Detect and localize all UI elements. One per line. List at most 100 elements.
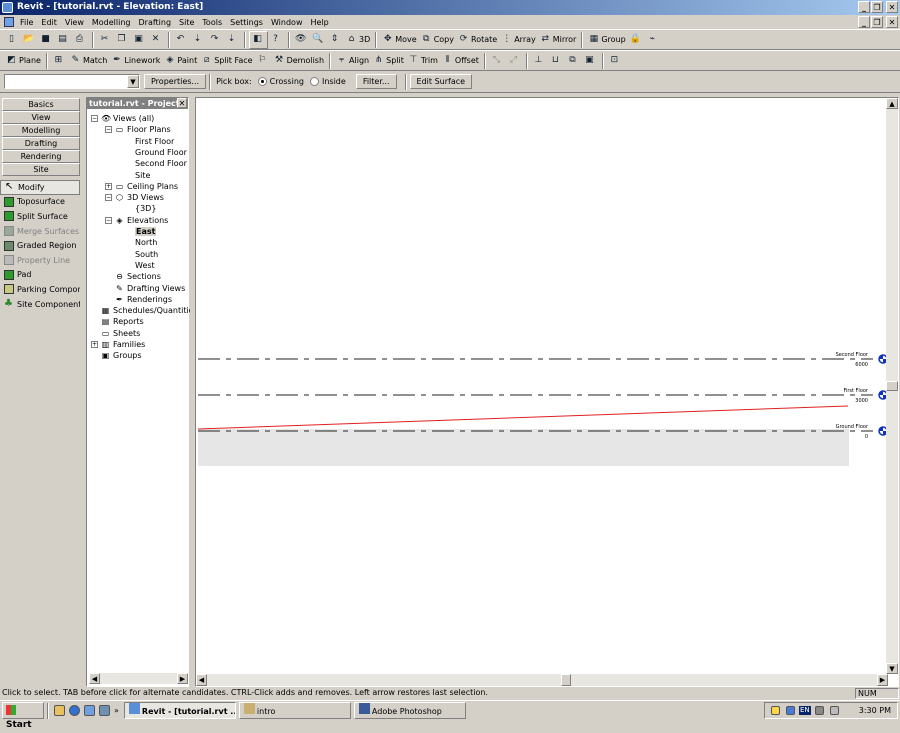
tree-node[interactable]: South (135, 249, 158, 260)
tree-node[interactable]: ▣ Groups (91, 350, 142, 361)
save-icon[interactable]: ■ (38, 31, 55, 49)
start-button[interactable]: Start (2, 702, 44, 730)
menu-modelling[interactable]: Modelling (88, 18, 135, 27)
close-icon[interactable]: ✕ (177, 98, 187, 108)
tree-node[interactable]: ⊖ Sections (105, 271, 161, 282)
copy-clipboard-icon[interactable]: ⧉ (565, 52, 582, 70)
menu-tools[interactable]: Tools (198, 18, 226, 27)
offset-button[interactable]: ⫴ Offset (440, 52, 481, 70)
tree-node[interactable]: + ▥ Families (91, 339, 145, 350)
plane-button[interactable]: ◩ Plane (4, 52, 43, 70)
dimension-icon[interactable]: ⊞ (51, 52, 68, 70)
collapse-icon[interactable]: − (105, 216, 112, 224)
app-quicklaunch-icon[interactable] (99, 705, 110, 716)
undo-list-icon[interactable]: ⇣ (190, 31, 207, 49)
redo-list-icon[interactable]: ⇣ (224, 31, 241, 49)
revit-app-icon[interactable] (2, 2, 13, 13)
collapse-icon[interactable]: − (105, 194, 112, 202)
tab-view[interactable]: View (2, 111, 80, 124)
tray-icon-1[interactable] (771, 706, 780, 715)
chevron-down-icon[interactable]: ▼ (127, 75, 139, 88)
doc-restore-button[interactable]: ❐ (871, 16, 883, 28)
level-name[interactable]: Second Floor (836, 352, 869, 358)
doc-minimize-button[interactable]: _ (858, 16, 870, 28)
tab-rendering[interactable]: Rendering (2, 150, 80, 163)
tree-node[interactable]: − ⬡ 3D Views (105, 192, 164, 203)
menu-edit[interactable]: Edit (37, 18, 61, 27)
cut-icon[interactable]: ✂ (97, 31, 114, 49)
site-tool-toposurface[interactable]: Toposurface (0, 195, 80, 210)
menu-view[interactable]: View (61, 18, 88, 27)
site-tool-split-surface[interactable]: Split Surface (0, 209, 80, 224)
site-tool-modify[interactable]: ↖ Modify (0, 180, 80, 195)
tree-node[interactable]: − 👁 Views (all) (91, 113, 154, 124)
join-geometry-icon[interactable]: ⤡ (489, 52, 506, 70)
view-hscrollbar[interactable]: ◀ ▶ (196, 674, 888, 686)
chevron-right-icon[interactable]: » (114, 706, 119, 715)
save-all-icon[interactable]: ▤ (55, 31, 72, 49)
maximize-button[interactable]: ❐ (871, 1, 883, 13)
tree-node[interactable]: − ◈ Elevations (105, 215, 168, 226)
visibility-icon[interactable]: 👁 (293, 31, 310, 49)
elevation-canvas[interactable]: Second Floor 6000 First Floor 3000 Ground Fl… (197, 99, 887, 675)
hscroll-thumb[interactable] (561, 674, 571, 686)
language-indicator[interactable]: EN (799, 706, 811, 715)
menu-site[interactable]: Site (175, 18, 198, 27)
whats-this-help-icon[interactable]: ? (268, 31, 285, 49)
uncut-geometry-icon[interactable]: ⊔ (548, 52, 565, 70)
linework-button[interactable]: ✒ Linework (109, 52, 162, 70)
delete-icon[interactable]: ✕ (148, 31, 165, 49)
close-button[interactable]: ✕ (886, 1, 898, 13)
scroll-left-icon[interactable]: ◀ (89, 673, 100, 684)
split-button[interactable]: ⋔ Split (371, 52, 406, 70)
flag-icon[interactable]: ⚐ (255, 52, 272, 70)
type-selector[interactable]: ▼ (4, 74, 140, 89)
move-button[interactable]: ✥ Move (380, 31, 418, 49)
outlook-icon[interactable] (84, 705, 95, 716)
scroll-left-icon[interactable]: ◀ (196, 674, 207, 686)
demolish-button[interactable]: ⚒ Demolish (272, 52, 326, 70)
collapse-icon[interactable]: − (105, 126, 112, 134)
tree-node[interactable]: ▦ Schedules/Quantities (91, 305, 190, 316)
paste-aligned-icon[interactable]: ▣ (582, 52, 599, 70)
tree-node[interactable]: First Floor (135, 136, 174, 147)
group-button[interactable]: ▦ Group (586, 31, 627, 49)
open-icon[interactable]: 📂 (21, 31, 38, 49)
tree-node[interactable]: + ▭ Ceiling Plans (105, 181, 178, 192)
level-elevation[interactable]: 3000 (855, 398, 868, 404)
tree-node[interactable]: ▭ Sheets (91, 328, 141, 339)
browser-hscrollbar[interactable]: ◀ ▶ (89, 673, 188, 684)
tab-drafting[interactable]: Drafting (2, 137, 80, 150)
rotate-button[interactable]: ⟳ Rotate (456, 31, 499, 49)
tray-icon-2[interactable] (786, 706, 795, 715)
tab-site[interactable]: Site (2, 163, 80, 176)
3d-view-button[interactable]: ⌂ 3D (344, 31, 372, 49)
level-elevation[interactable]: 0 (865, 434, 868, 440)
pin-icon[interactable]: ⌁ (645, 31, 662, 49)
copy-icon[interactable]: ❐ (114, 31, 131, 49)
pick-icon[interactable]: ⊡ (607, 52, 624, 70)
redo-icon[interactable]: ↷ (207, 31, 224, 49)
expand-icon[interactable]: + (105, 182, 112, 190)
site-tool-site-component[interactable]: ♣ Site Component (0, 297, 80, 312)
tree-node[interactable]: Second Floor (135, 158, 187, 169)
tree-node[interactable]: West (135, 260, 155, 271)
document-icon[interactable] (4, 17, 14, 27)
tree-node[interactable]: ✎ Drafting Views (105, 283, 185, 294)
volume-icon[interactable] (814, 706, 824, 715)
site-tool-parking-component[interactable]: Parking Component (0, 282, 80, 297)
align-button[interactable]: ⫧ Align (334, 52, 371, 70)
trim-button[interactable]: ⊤ Trim (406, 52, 440, 70)
properties-button[interactable]: Properties... (144, 74, 207, 89)
doc-close-button[interactable]: ✕ (886, 16, 898, 28)
scroll-right-icon[interactable]: ▶ (877, 674, 888, 686)
scroll-right-icon[interactable]: ▶ (177, 673, 188, 684)
cut-geometry-icon[interactable]: ⊥ (531, 52, 548, 70)
tree-node[interactable]: East (135, 226, 157, 237)
match-button[interactable]: ✎ Match (68, 52, 109, 70)
tree-node[interactable]: − ▭ Floor Plans (105, 124, 171, 135)
lock-icon[interactable]: 🔒 (628, 31, 645, 49)
dynamic-view-icon[interactable]: ⇕ (327, 31, 344, 49)
menu-help[interactable]: Help (306, 18, 332, 27)
copy-button[interactable]: ⧉ Copy (419, 31, 456, 49)
